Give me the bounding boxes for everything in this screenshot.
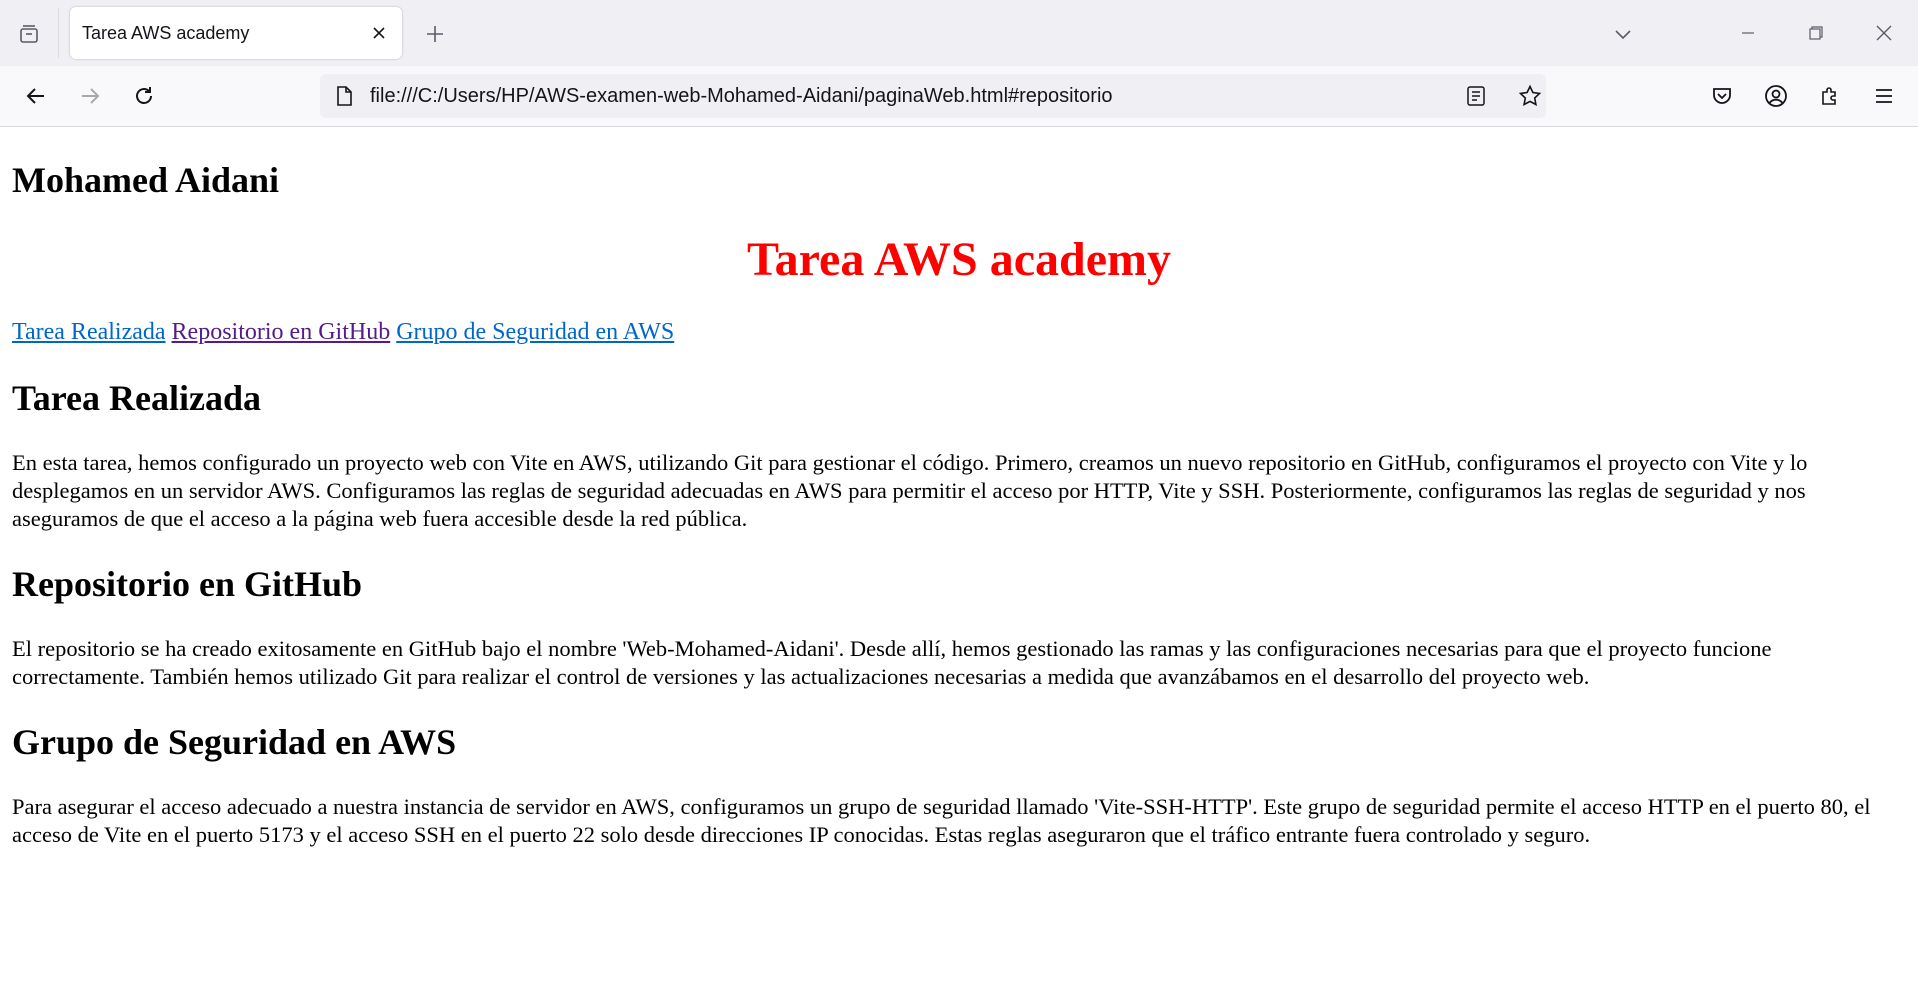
tab-separator [58, 8, 59, 58]
reload-icon[interactable] [126, 78, 162, 114]
plus-icon[interactable] [418, 17, 452, 51]
puzzle-icon[interactable] [1812, 78, 1848, 114]
section-text-repositorio: El repositorio se ha creado exitosamente… [12, 636, 1772, 689]
section-heading-seguridad: Grupo de Seguridad en AWS [12, 722, 457, 762]
section-heading-tarea: Tarea Realizada [12, 378, 261, 418]
tab-active[interactable]: Tarea AWS academy [70, 7, 402, 59]
reader-view-icon[interactable] [1462, 82, 1490, 110]
tab-overview-icon[interactable] [12, 17, 46, 51]
section-text-tarea: En esta tarea, hemos configurado un proy… [12, 450, 1808, 531]
close-icon[interactable] [366, 20, 392, 46]
url-text[interactable]: file:///C:/Users/HP/AWS-examen-web-Moham… [370, 85, 1113, 108]
nav-link-repositorio[interactable]: Repositorio en GitHub [172, 319, 391, 345]
arrow-right-icon[interactable] [72, 78, 108, 114]
arrow-left-icon[interactable] [18, 78, 54, 114]
star-icon[interactable] [1516, 82, 1544, 110]
page-content: Mohamed Aidani Tarea AWS academy Tarea R… [0, 127, 1918, 1006]
nav-link-tarea-realizada[interactable]: Tarea Realizada [12, 319, 166, 345]
author-name: Mohamed Aidani [12, 160, 280, 200]
close-icon[interactable] [1856, 10, 1912, 56]
page-title: Tarea AWS academy [746, 233, 1172, 286]
tab-title: Tarea AWS academy [82, 23, 250, 43]
navigation-toolbar: file:///C:/Users/HP/AWS-examen-web-Moham… [0, 66, 1918, 127]
pocket-icon[interactable] [1704, 78, 1740, 114]
minimize-icon[interactable] [1720, 10, 1776, 56]
page-icon [332, 84, 356, 108]
restore-icon[interactable] [1788, 10, 1844, 56]
section-heading-repositorio: Repositorio en GitHub [12, 564, 363, 604]
address-bar[interactable]: file:///C:/Users/HP/AWS-examen-web-Moham… [320, 74, 1546, 118]
account-icon[interactable] [1758, 78, 1794, 114]
chevron-down-icon[interactable] [1606, 17, 1640, 51]
nav-link-grupo-seguridad[interactable]: Grupo de Seguridad en AWS [396, 319, 674, 345]
section-text-seguridad: Para asegurar el acceso adecuado a nuest… [12, 794, 1871, 847]
hamburger-menu-icon[interactable] [1866, 78, 1902, 114]
tab-strip: Tarea AWS academy [0, 0, 1918, 66]
page-nav: Tarea Realizada Repositorio en GitHub Gr… [12, 319, 674, 346]
